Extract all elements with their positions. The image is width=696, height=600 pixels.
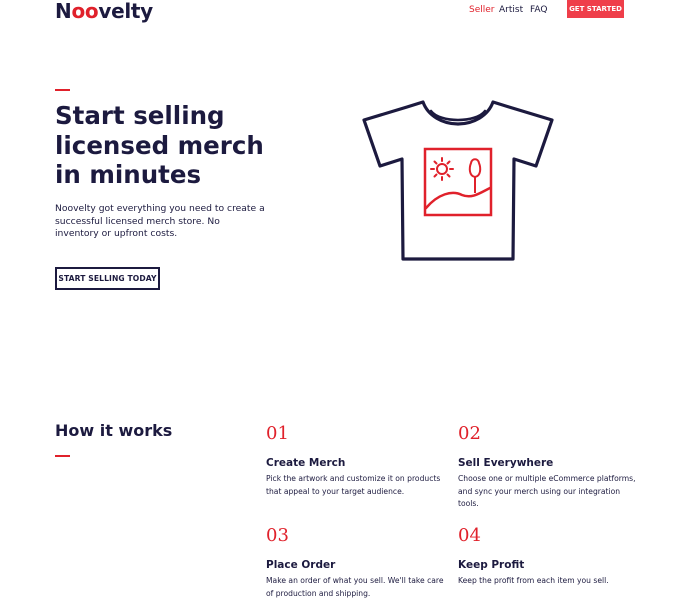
hero-title-line-3: in minutes [55,160,202,189]
step-number-01: 01 [266,423,289,444]
step-title-create-merch: Create Merch [266,457,346,469]
step-description-place-order: Make an order of what you sell. We'll ta… [266,576,444,598]
step-title-keep-profit: Keep Profit [458,559,525,571]
step-number-02: 02 [458,423,481,444]
get-started-button[interactable]: GET STARTED [567,0,624,18]
nav-seller[interactable]: Seller [469,5,495,15]
step-description-keep-profit: Keep the profit from each item you sell. [458,576,609,585]
hero-title-line-1: Start selling [55,101,225,130]
hero-description: Noovelty got everything you need to crea… [55,203,265,240]
step-number-04: 04 [458,525,481,546]
start-selling-button[interactable]: START SELLING TODAY [55,267,160,290]
logo-letter-n: N [55,0,72,23]
step-title-place-order: Place Order [266,559,336,571]
how-it-works-accent-line [55,455,70,457]
tshirt-artwork-icon [362,100,554,261]
logo-accent: oo [71,0,99,23]
hero-title: Start selling licensed merch in minutes [55,101,305,190]
logo-rest: velty [98,0,153,23]
step-description-create-merch: Pick the artwork and customize it on pro… [266,474,441,496]
nav-artist[interactable]: Artist [499,5,523,15]
step-number-03: 03 [266,525,289,546]
nav-faq[interactable]: FAQ [530,5,547,15]
logo[interactable]: Noovelty [55,0,153,23]
hero-accent-line [55,89,70,91]
how-it-works-title: How it works [55,421,173,440]
hero-title-line-2: licensed merch [55,130,264,160]
step-description-sell-everywhere: Choose one or multiple eCommerce platfor… [458,474,636,509]
step-title-sell-everywhere: Sell Everywhere [458,457,554,469]
